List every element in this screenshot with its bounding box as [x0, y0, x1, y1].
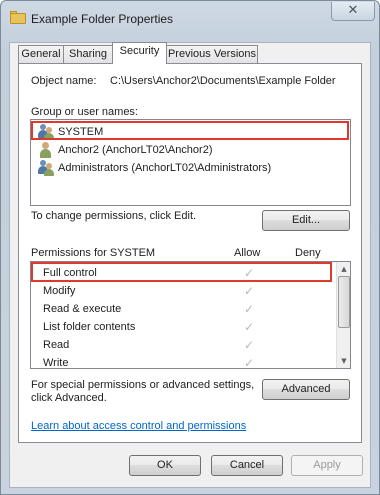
folder-icon — [10, 11, 26, 24]
advanced-button[interactable]: Advanced — [262, 379, 350, 400]
close-button[interactable]: ✕ — [331, 2, 375, 21]
permission-row-read-execute: Read & execute ✓ — [33, 300, 333, 318]
user-name: SYSTEM — [58, 126, 104, 138]
permissions-scrollbar[interactable]: ▲ ▼ — [336, 262, 350, 368]
scroll-thumb[interactable] — [338, 276, 350, 328]
tab-general[interactable]: General — [18, 45, 64, 63]
permission-row-list-folder-contents: List folder contents ✓ — [33, 318, 333, 336]
permission-name: List folder contents — [43, 321, 136, 333]
permission-row-full-control: Full control ✓ — [33, 264, 333, 282]
allow-checkbox[interactable]: ✓ — [244, 282, 254, 300]
advanced-text-line2: click Advanced. — [31, 392, 107, 404]
edit-button[interactable]: Edit... — [262, 210, 350, 231]
ok-button[interactable]: OK — [129, 455, 201, 476]
window-title: Example Folder Properties — [31, 12, 174, 26]
user-name: Anchor2 (AnchorLT02\Anchor2) — [58, 144, 213, 156]
allow-checkbox[interactable]: ✓ — [244, 354, 254, 372]
tab-sharing[interactable]: Sharing — [63, 45, 113, 63]
security-panel: Object name: C:\Users\Anchor2\Documents\… — [18, 63, 362, 443]
user-list[interactable]: SYSTEM Anchor2 (AnchorLT02\Anchor2) Admi… — [30, 119, 351, 206]
permission-name: Full control — [43, 267, 97, 279]
group-user-names-label: Group or user names: — [31, 106, 138, 118]
user-list-item-administrators[interactable]: Administrators (AnchorLT02\Administrator… — [34, 159, 344, 177]
permission-name: Modify — [43, 285, 76, 297]
properties-window: Example Folder Properties ✕ General Shar… — [0, 0, 380, 495]
user-name: Administrators (AnchorLT02\Administrator… — [58, 162, 272, 174]
allow-column-header: Allow — [234, 247, 261, 259]
title-bar[interactable]: Example Folder Properties ✕ — [1, 1, 379, 37]
permission-row-read: Read ✓ — [33, 336, 333, 354]
allow-checkbox[interactable]: ✓ — [244, 336, 254, 354]
object-name-label: Object name: — [31, 75, 97, 87]
scroll-down-icon[interactable]: ▼ — [338, 355, 350, 367]
allow-checkbox[interactable]: ✓ — [244, 318, 254, 336]
tab-security[interactable]: Security — [112, 42, 167, 64]
users-group-icon — [38, 124, 55, 140]
permissions-header: Permissions for SYSTEM — [31, 247, 156, 259]
advanced-text-line1: For special permissions or advanced sett… — [31, 379, 255, 391]
permission-name: Read & execute — [43, 303, 122, 315]
learn-access-control-link[interactable]: Learn about access control and permissio… — [31, 420, 246, 432]
permission-name: Write — [43, 357, 69, 369]
users-group-icon — [38, 160, 55, 176]
permission-row-write: Write ✓ — [33, 354, 333, 372]
cancel-button[interactable]: Cancel — [211, 455, 283, 476]
permission-row-modify: Modify ✓ — [33, 282, 333, 300]
apply-button[interactable]: Apply — [291, 455, 363, 476]
deny-column-header: Deny — [295, 247, 321, 259]
allow-checkbox[interactable]: ✓ — [244, 264, 254, 282]
user-list-item-anchor2[interactable]: Anchor2 (AnchorLT02\Anchor2) — [34, 141, 344, 159]
permissions-list[interactable]: Full control ✓ Modify ✓ Read & execute ✓… — [30, 261, 351, 372]
user-icon — [38, 142, 55, 158]
change-permissions-text: To change permissions, click Edit. — [31, 210, 197, 222]
allow-checkbox[interactable]: ✓ — [244, 300, 254, 318]
user-list-item-system[interactable]: SYSTEM — [34, 123, 344, 141]
object-name-value: C:\Users\Anchor2\Documents\Example Folde… — [110, 75, 336, 87]
permission-name: Read — [43, 339, 70, 351]
scroll-up-icon[interactable]: ▲ — [338, 263, 350, 275]
tab-previous-versions[interactable]: Previous Versions — [166, 45, 258, 63]
